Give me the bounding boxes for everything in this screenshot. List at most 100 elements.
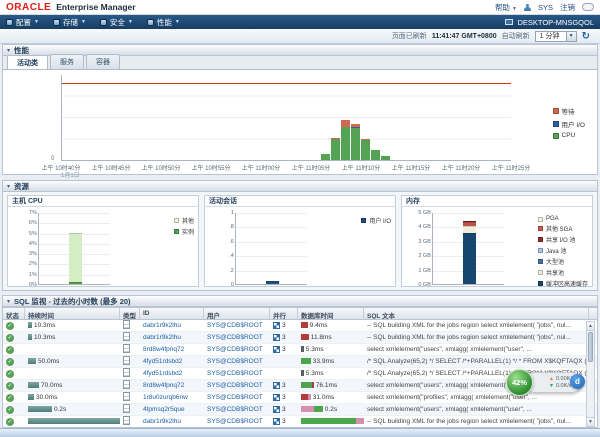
table-row[interactable]: ✓1.0sdabr1r9k2lhuSYS@CDB$ROOT3 0.4s-- SQ… [3,416,597,428]
performance-title: 性能 [14,45,29,56]
db-time-value: 9.4ms [308,322,328,329]
column-header-6[interactable]: 数据库时间 [298,308,364,319]
bar-segment [463,233,476,284]
column-header-3[interactable]: ID [140,308,204,319]
sql-id-link[interactable]: 8rd8w4fpnq72 [143,382,184,389]
sql-type-icon [123,392,130,401]
table-row[interactable]: ✓50.0ms4fyd51rdsbd2SYS@CDB$ROOT 33.9ms/*… [3,356,597,368]
user-link[interactable]: SYS@CDB$ROOT [207,418,263,425]
oracle-logo: ORACLE [6,2,51,13]
menu-performance[interactable]: 性能▼ [147,17,180,28]
user-link[interactable]: SYS@CDB$ROOT [207,382,263,389]
sql-monitor-section-header[interactable]: ▾ SQL 监视 - 过去的小时数 (最多 20) [2,295,598,307]
x-tick-label: 上午 11时15分 [392,163,431,172]
sql-id-link[interactable]: 8rd8w4fpnq72 [143,346,184,353]
user-link[interactable]: SYS@CDB$ROOT [207,394,263,401]
column-header-4[interactable]: 用户 [204,308,270,319]
table-row[interactable]: ✓10.3msdabr1r9k2lhuSYS@CDB$ROOT3 11.8ms-… [3,332,597,344]
menu-security[interactable]: 安全▼ [100,17,133,28]
duration-bar [28,382,39,388]
db-time-bar-segment [301,406,314,412]
column-header-0[interactable]: 状态 [3,308,25,319]
column-header-7[interactable]: SQL 文本 [364,308,589,319]
activity-bar[interactable] [381,74,390,160]
sql-id-link[interactable]: dabr1r9k2lhu [143,322,181,329]
y-tick-label: 1 [231,210,234,216]
x-tick-label: 上午 11时05分 [292,163,331,172]
overlay-app-icon[interactable]: d [570,374,585,389]
activity-chart-plot [61,75,511,161]
table-scrollbar[interactable]: ▲ ▼ [586,321,595,427]
user-link[interactable]: SYS@CDB$ROOT [207,358,263,365]
chevron-down-icon: ▼ [566,32,576,41]
parallel-degree: 3 [282,346,286,353]
date-label: 1月1日 [61,170,80,179]
duration-bar [28,418,120,424]
sql-id-link[interactable]: 4fyd51rdsbd2 [143,370,182,377]
legend-item: Java 池 [538,246,588,255]
auto-refresh-label: 自动刷新 [502,31,530,41]
activity-bar[interactable] [351,74,360,160]
host_cpu-bar[interactable] [69,233,82,284]
memory-bar[interactable] [463,221,476,284]
user-link[interactable]: SYS@CDB$ROOT [207,346,263,353]
refresh-interval-select[interactable]: 1 分钟 ▼ [535,31,577,42]
column-header-5[interactable]: 并行 [270,308,298,319]
activity-chart: 0 上午 10时40分上午 10时45分上午 10时50分上午 10时55分上午… [2,69,598,175]
tab-services[interactable]: 服务 [50,54,84,69]
status-done-icon: ✓ [6,346,14,354]
table-row[interactable]: ✓30.0ms1r8u0zurqb6nwSYS@CDB$ROOT3 31.0ms… [3,392,597,404]
legend-swatch-icon [538,259,543,264]
refresh-icon[interactable]: ↻ [582,31,590,42]
memory-legend: PGA其他 SGA共享 I/O 池Java 池大型池共享池缓冲区高速缓存 [538,216,588,290]
legend-swatch-icon [538,270,543,275]
activity-bar[interactable] [371,74,380,160]
resources-panels: 主机 CPU 7%6%5%4%3%2%1%0%其他实例 活动会话 1.8.6.4… [2,192,598,291]
sql-id-link[interactable]: 4fyd51rdsbd2 [143,358,182,365]
user-link[interactable]: SYS@CDB$ROOT [207,370,263,377]
column-header-1[interactable]: 持续时间 [25,308,120,319]
resources-section-header[interactable]: ▾ 资源 [2,180,598,192]
sql-type-icon [123,404,130,413]
table-row[interactable]: ✓0.2s4tpmsq2r5queSYS@CDB$ROOT3 0.2sselec… [3,404,597,416]
db-time-bar-segment [301,334,309,340]
table-row[interactable]: ✓8rd8w4fpnq72SYS@CDB$ROOT3 5.3msselect x… [3,344,597,356]
oracle-cloud-icon [582,3,594,11]
logout-link[interactable]: 注销 [560,2,575,13]
column-header-2[interactable]: 类型 [120,308,140,319]
menu-wrench[interactable]: 配置▼ [6,17,39,28]
current-user[interactable]: SYS [538,3,553,12]
legend-swatch-icon [538,217,543,222]
menu-storage[interactable]: 存储▼ [53,17,86,28]
tab-activity-classes[interactable]: 活动类 [7,55,48,70]
user-link[interactable]: SYS@CDB$ROOT [207,322,263,329]
sql-id-link[interactable]: 4tpmsq2r5que [143,406,185,413]
sql-id-link[interactable]: 1r8u0zurqb6nw [143,394,188,401]
activity-bar[interactable] [321,74,330,160]
sql-id-link[interactable]: dabr1r9k2lhu [143,418,181,425]
scroll-up-icon[interactable]: ▲ [587,322,594,331]
activity-bar[interactable] [361,74,370,160]
x-tick-label: 上午 10时55分 [191,163,230,172]
legend-item: 共享池 [538,268,588,277]
sql-id-link[interactable]: dabr1r9k2lhu [143,334,181,341]
user-link[interactable]: SYS@CDB$ROOT [207,334,263,341]
table-row[interactable]: ✓10.3msdabr1r9k2lhuSYS@CDB$ROOT3 9.4ms--… [3,320,597,332]
y-tick-label: 1 GB [418,268,431,274]
x-tick-label: 上午 11时10分 [342,163,381,172]
legend-swatch-icon [538,281,543,286]
duration-value: 50.0ms [38,358,59,365]
activity-bar[interactable] [331,74,340,160]
overlay-percent-ball[interactable]: 42% [506,369,533,396]
performance-tabs: 活动类 服务 容器 [2,56,598,69]
y-tick-label: .4 [229,253,234,259]
active_sessions-bar[interactable] [266,281,279,284]
activity-bar[interactable] [341,74,350,160]
tab-containers[interactable]: 容器 [86,54,120,69]
bar-segment [69,233,82,282]
scrollbar-thumb[interactable] [588,332,593,362]
scroll-down-icon[interactable]: ▼ [587,417,594,426]
help-menu[interactable]: 帮助 ▼ [495,2,517,13]
sql-text: select xmlelement("profiles", xmlagg( xm… [364,394,589,401]
user-link[interactable]: SYS@CDB$ROOT [207,406,263,413]
